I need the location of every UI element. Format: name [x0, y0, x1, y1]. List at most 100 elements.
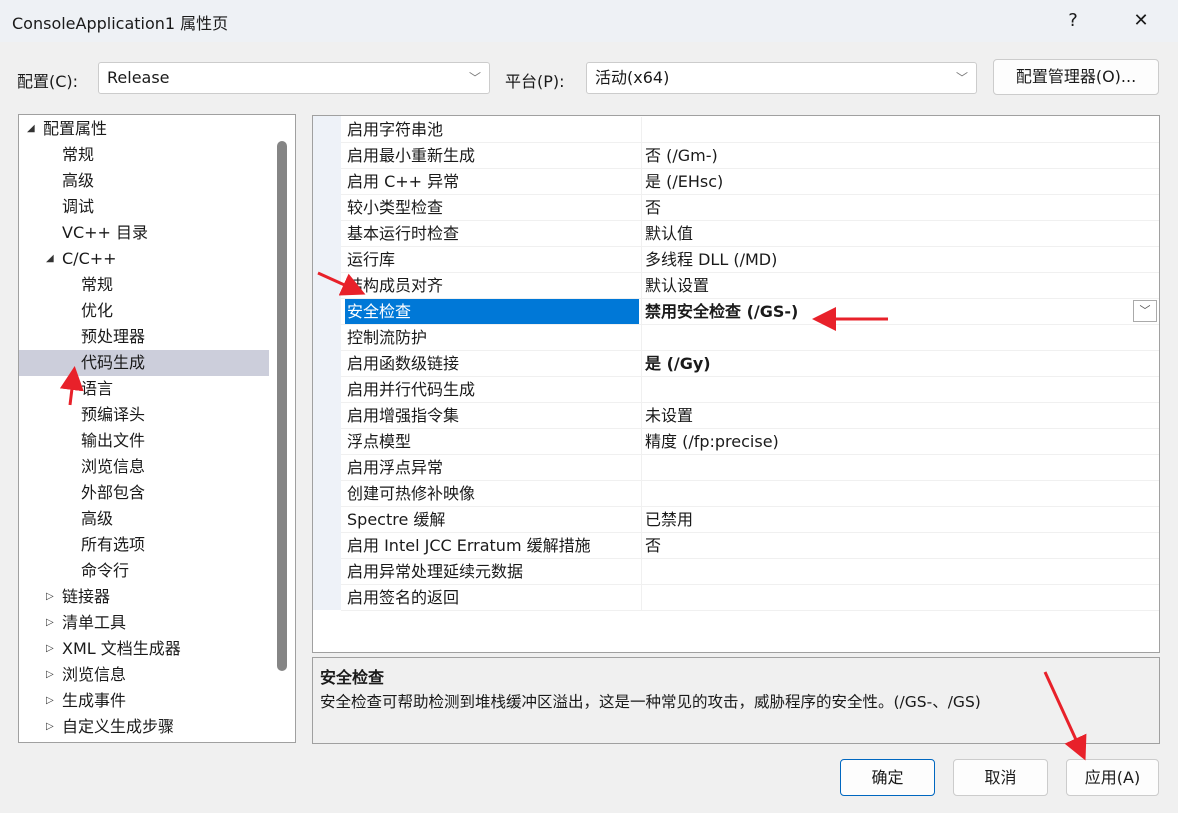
- property-row[interactable]: 基本运行时检查 默认值: [341, 221, 1159, 247]
- property-value-cell[interactable]: 否 (/Gm-): [641, 143, 1159, 168]
- property-value-cell[interactable]: 已禁用: [641, 507, 1159, 532]
- tree-item-label: VC++ 目录: [62, 223, 149, 242]
- tree-item[interactable]: 常规: [19, 142, 269, 168]
- property-tree[interactable]: ◢ 配置属性 常规 高级 调试 VC++ 目录 ◢ C/C++ 常规 优化 预处理器 代码生成 语言 预编…: [18, 114, 296, 743]
- close-button[interactable]: ✕: [1118, 6, 1164, 36]
- tree-item[interactable]: 调试: [19, 194, 269, 220]
- property-value[interactable]: 是 (/EHsc): [645, 172, 723, 191]
- tree-item-label: 外部包含: [81, 483, 146, 502]
- tree-item[interactable]: 浏览信息: [19, 454, 269, 480]
- tree-item[interactable]: ▷ 自定义生成步骤: [19, 714, 269, 740]
- property-name: 启用 C++ 异常: [347, 172, 460, 191]
- property-value-cell[interactable]: 默认值: [641, 221, 1159, 246]
- property-value-cell[interactable]: 多线程 DLL (/MD): [641, 247, 1159, 272]
- property-grid[interactable]: 启用字符串池 启用最小重新生成 否 (/Gm-) 启用 C++ 异常 是 (/EHsc)…: [312, 115, 1160, 653]
- property-value[interactable]: 否: [645, 198, 661, 217]
- property-value[interactable]: 精度 (/fp:precise): [645, 432, 779, 451]
- property-value[interactable]: 否: [645, 536, 661, 555]
- apply-button[interactable]: 应用(A): [1066, 759, 1159, 796]
- property-row[interactable]: 启用函数级链接 是 (/Gy): [341, 351, 1159, 377]
- tree-item[interactable]: 输出文件: [19, 428, 269, 454]
- property-value[interactable]: 是 (/Gy): [645, 354, 711, 373]
- expand-arrow-icon[interactable]: ▷: [46, 688, 54, 714]
- tree-item[interactable]: ▷ 清单工具: [19, 610, 269, 636]
- tree-item[interactable]: ▷ XML 文档生成器: [19, 636, 269, 662]
- property-value-cell[interactable]: 否: [641, 195, 1159, 220]
- property-value[interactable]: 多线程 DLL (/MD): [645, 250, 777, 269]
- property-value-cell[interactable]: [641, 481, 1159, 506]
- tree-item[interactable]: ◢ C/C++: [19, 246, 269, 272]
- tree-item[interactable]: 高级: [19, 168, 269, 194]
- property-row[interactable]: 结构成员对齐 默认设置: [341, 273, 1159, 299]
- property-value-cell[interactable]: [641, 455, 1159, 480]
- tree-item[interactable]: 代码生成: [19, 350, 269, 376]
- property-row[interactable]: 启用并行代码生成: [341, 377, 1159, 403]
- property-value-cell[interactable]: 精度 (/fp:precise): [641, 429, 1159, 454]
- property-row[interactable]: Spectre 缓解 已禁用: [341, 507, 1159, 533]
- tree-item[interactable]: ▷ 链接器: [19, 584, 269, 610]
- property-name: 控制流防护: [347, 328, 428, 347]
- property-value[interactable]: 禁用安全检查 (/GS-): [645, 302, 798, 321]
- property-row[interactable]: 浮点模型 精度 (/fp:precise): [341, 429, 1159, 455]
- property-value-cell[interactable]: [641, 585, 1159, 610]
- tree-item[interactable]: 语言: [19, 376, 269, 402]
- tree-item[interactable]: 预编译头: [19, 402, 269, 428]
- property-value[interactable]: 默认设置: [645, 276, 709, 295]
- property-value[interactable]: 否 (/Gm-): [645, 146, 718, 165]
- ok-button[interactable]: 确定: [840, 759, 935, 796]
- property-row[interactable]: 控制流防护: [341, 325, 1159, 351]
- expand-arrow-icon[interactable]: ▷: [46, 610, 54, 636]
- collapse-arrow-icon[interactable]: ◢: [27, 116, 35, 142]
- expand-arrow-icon[interactable]: ▷: [46, 662, 54, 688]
- property-row[interactable]: 启用签名的返回: [341, 585, 1159, 611]
- property-row[interactable]: 启用 C++ 异常 是 (/EHsc): [341, 169, 1159, 195]
- help-button[interactable]: ?: [1050, 6, 1096, 36]
- tree-item[interactable]: 优化: [19, 298, 269, 324]
- property-value-cell[interactable]: [641, 325, 1159, 350]
- tree-item[interactable]: 所有选项: [19, 532, 269, 558]
- property-row[interactable]: 启用字符串池: [341, 117, 1159, 143]
- property-row[interactable]: 较小类型检查 否: [341, 195, 1159, 221]
- property-row[interactable]: 启用增强指令集 未设置: [341, 403, 1159, 429]
- property-row[interactable]: 启用异常处理延续元数据: [341, 559, 1159, 585]
- property-value[interactable]: 已禁用: [645, 510, 693, 529]
- property-value-cell[interactable]: 未设置: [641, 403, 1159, 428]
- tree-item[interactable]: ▷ 浏览信息: [19, 662, 269, 688]
- property-row[interactable]: 运行库 多线程 DLL (/MD): [341, 247, 1159, 273]
- property-row[interactable]: 启用 Intel JCC Erratum 缓解措施 否: [341, 533, 1159, 559]
- platform-dropdown[interactable]: 活动(x64) ﹀: [586, 62, 977, 94]
- expand-arrow-icon[interactable]: ▷: [46, 636, 54, 662]
- tree-item[interactable]: 常规: [19, 272, 269, 298]
- property-value[interactable]: 默认值: [645, 224, 693, 243]
- tree-item[interactable]: 外部包含: [19, 480, 269, 506]
- property-value[interactable]: 未设置: [645, 406, 693, 425]
- tree-item-label: 调试: [62, 197, 95, 216]
- expand-arrow-icon[interactable]: ▷: [46, 584, 54, 610]
- property-row[interactable]: 启用浮点异常: [341, 455, 1159, 481]
- property-value-cell[interactable]: 否: [641, 533, 1159, 558]
- property-value-cell[interactable]: [641, 117, 1159, 142]
- tree-item[interactable]: 预处理器: [19, 324, 269, 350]
- cancel-button[interactable]: 取消: [953, 759, 1048, 796]
- tree-item[interactable]: ◢ 配置属性: [19, 116, 269, 142]
- collapse-arrow-icon[interactable]: ◢: [46, 246, 54, 272]
- property-value-cell[interactable]: 是 (/EHsc): [641, 169, 1159, 194]
- property-value-cell[interactable]: [641, 377, 1159, 402]
- property-value-cell[interactable]: [641, 559, 1159, 584]
- config-manager-button[interactable]: 配置管理器(O)...: [993, 59, 1159, 95]
- tree-item[interactable]: 命令行: [19, 558, 269, 584]
- expand-arrow-icon[interactable]: ▷: [46, 714, 54, 740]
- tree-item-label: 生成事件: [62, 691, 127, 710]
- property-value-cell[interactable]: 是 (/Gy): [641, 351, 1159, 376]
- property-row[interactable]: 启用最小重新生成 否 (/Gm-): [341, 143, 1159, 169]
- tree-scrollbar[interactable]: [277, 141, 287, 671]
- tree-item[interactable]: 高级: [19, 506, 269, 532]
- tree-item[interactable]: ▷ 生成事件: [19, 688, 269, 714]
- property-value-cell[interactable]: 默认设置: [641, 273, 1159, 298]
- property-row[interactable]: 创建可热修补映像: [341, 481, 1159, 507]
- property-row[interactable]: 安全检查 禁用安全检查 (/GS-) ﹀: [341, 299, 1159, 325]
- chevron-down-icon[interactable]: ﹀: [1133, 300, 1157, 322]
- property-value-cell[interactable]: 禁用安全检查 (/GS-) ﹀: [641, 299, 1159, 324]
- tree-item[interactable]: VC++ 目录: [19, 220, 269, 246]
- config-dropdown[interactable]: Release ﹀: [98, 62, 490, 94]
